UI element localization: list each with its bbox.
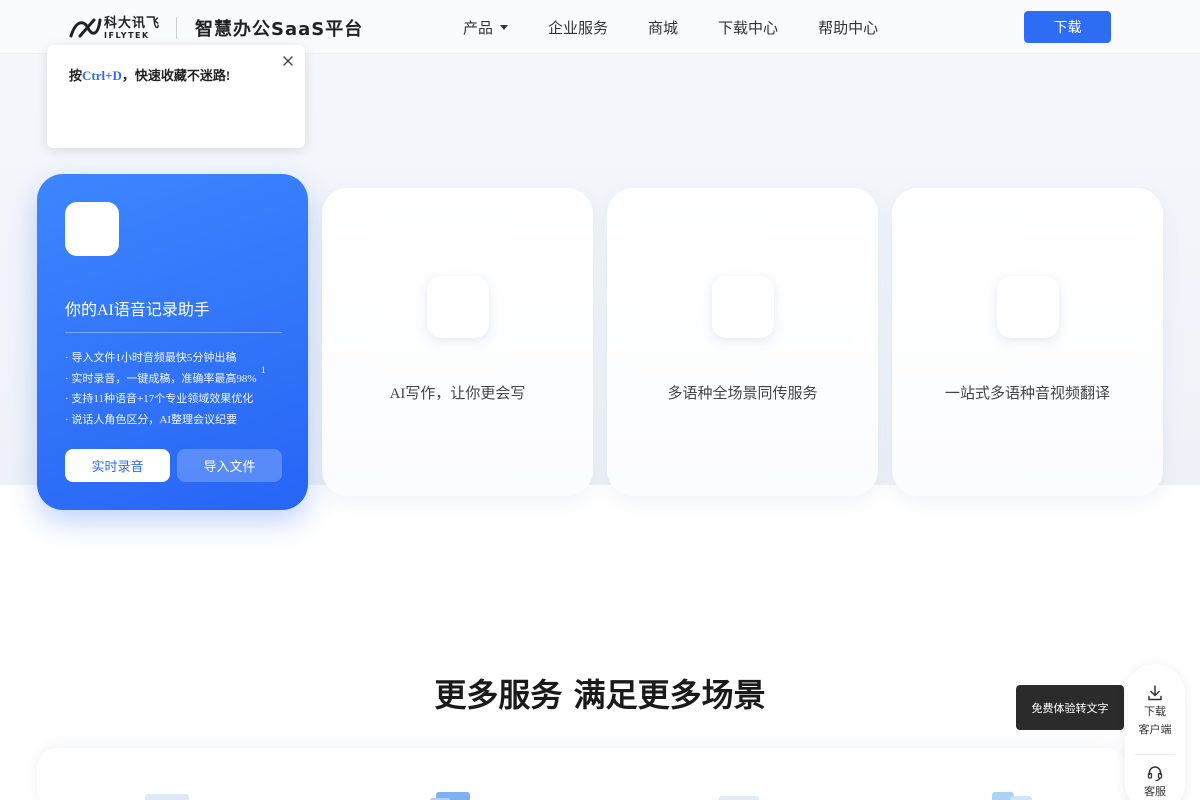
services-panel [37, 748, 1127, 800]
ai-writing-icon [427, 276, 489, 338]
logo-en: IFLYTEK [104, 30, 150, 40]
interpretation-icon [712, 276, 774, 338]
nav-item-download-center[interactable]: 下载中心 [718, 17, 778, 38]
close-icon[interactable] [281, 54, 295, 68]
divider [1135, 754, 1175, 755]
footnote-marker: 1 [261, 365, 266, 375]
nav-item-label: 帮助中心 [818, 19, 879, 37]
customer-service-button[interactable]: 客服 [1125, 764, 1185, 800]
import-file-button[interactable]: 导入文件 [177, 449, 282, 482]
feature-list: · 导入文件1小时音频最快5分钟出稿 · 实时录音，一键成稿，准确率最高98% … [65, 348, 257, 430]
brand-logo[interactable]: 科大讯飞 IFLYTEK 智慧办公SaaS平台 [68, 14, 363, 42]
nav-item-help-center[interactable]: 帮助中心 [818, 17, 878, 38]
feature-item: · 支持11种语音+17个专业领域效果优化 [65, 393, 254, 405]
simultaneous-interpretation-card[interactable]: 多语种全场景同传服务 [607, 188, 878, 496]
nav-item-label: 商城 [648, 19, 679, 37]
iflytek-logo-icon [69, 18, 102, 38]
service-illustration-icon [430, 792, 470, 800]
card-title: 多语种全场景同传服务 [667, 386, 818, 402]
service-illustration-icon [992, 792, 1032, 800]
feature-item: · 实时录音，一键成稿，准确率最高98% [65, 372, 257, 385]
nav-item-label: 下载中心 [718, 19, 779, 37]
ai-writing-card[interactable]: AI写作，让你更会写 [322, 188, 593, 496]
service-illustration-icon [145, 794, 189, 800]
main-nav: 产品 企业服务 商城 下载中心 帮助中心 [463, 0, 918, 54]
av-translation-card[interactable]: 一站式多语种音视频翻译 [892, 188, 1163, 496]
card-title: 一站式多语种音视频翻译 [944, 386, 1110, 402]
download-icon [1148, 685, 1162, 701]
nav-item-store[interactable]: 商城 [648, 17, 678, 38]
voice-assistant-card: 你的AI语音记录助手 · 导入文件1小时音频最快5分钟出稿 · 实时录音，一键成… [37, 174, 308, 510]
free-trial-tooltip[interactable]: 免费体验转文字 [1016, 685, 1124, 730]
logo-divider [176, 17, 178, 39]
client-label: 客户端 [1138, 724, 1172, 736]
tip-prefix: 按 [69, 68, 83, 83]
card-title: AI写作，让你更会写 [389, 386, 526, 402]
headset-icon [1147, 766, 1163, 782]
header-download-button[interactable]: 下载 [1024, 11, 1111, 43]
nav-item-enterprise[interactable]: 企业服务 [548, 17, 608, 38]
platform-slogan: 智慧办公SaaS平台 [195, 19, 364, 40]
logo-cn: 科大讯飞 [104, 15, 161, 31]
download-client-button[interactable]: 下载 客户端 [1125, 684, 1185, 737]
caret-down-icon [500, 24, 509, 30]
tip-suffix: ，快速收藏不迷路! [121, 68, 231, 83]
nav-item-label: 企业服务 [548, 19, 609, 37]
feature-item: · 导入文件1小时音频最快5分钟出稿 [65, 352, 237, 364]
service-label: 客服 [1144, 786, 1166, 798]
realtime-record-button[interactable]: 实时录音 [65, 449, 170, 482]
download-label: 下载 [1144, 706, 1166, 718]
feature-item: · 说话人角色区分，AI整理会议纪要 [65, 413, 238, 426]
divider [65, 332, 282, 333]
tip-shortcut: Ctrl+D [82, 68, 122, 83]
translation-icon [997, 276, 1059, 338]
card-title: 你的AI语音记录助手 [65, 302, 210, 319]
floating-side-bar: 下载 客户端 客服 [1125, 664, 1185, 800]
nav-item-products[interactable]: 产品 [463, 17, 509, 38]
voice-assistant-icon [65, 202, 119, 256]
bookmark-tip-popup: 按Ctrl+D，快速收藏不迷路! [47, 45, 305, 148]
service-illustration-icon [719, 796, 759, 800]
bookmark-tip-text: 按Ctrl+D，快速收藏不迷路! [69, 65, 230, 84]
logo-text: 科大讯飞 IFLYTEK [104, 17, 160, 40]
nav-item-label: 产品 [463, 19, 494, 37]
